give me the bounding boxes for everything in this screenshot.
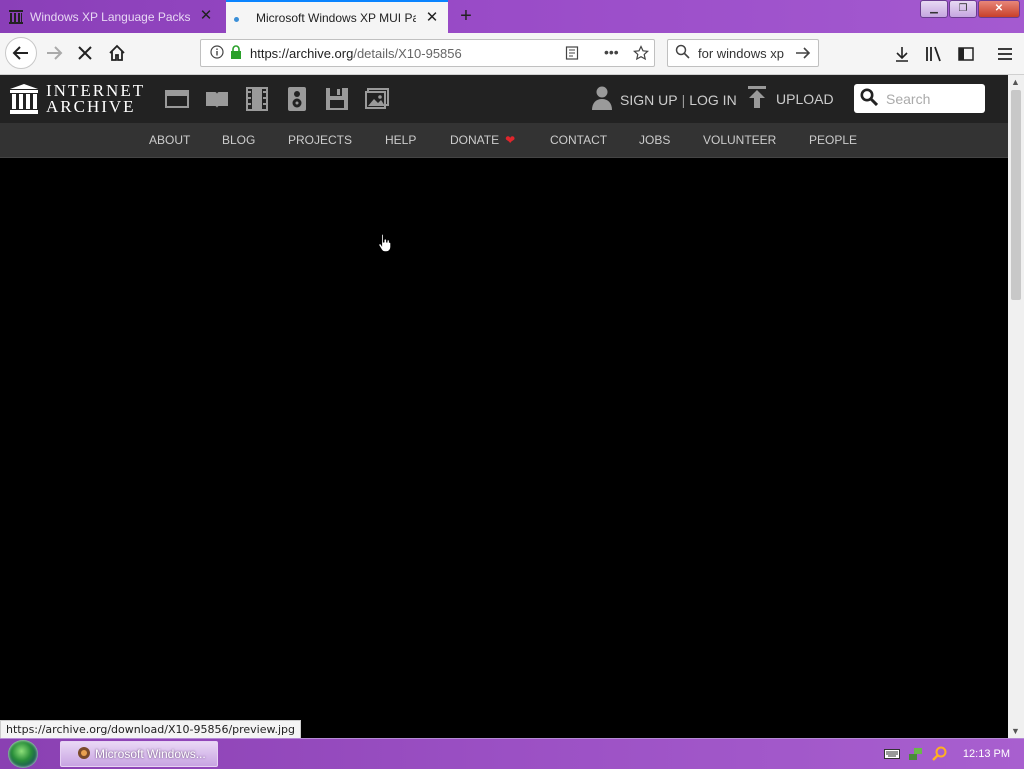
nav-help[interactable]: HELP <box>385 133 416 147</box>
scrollbar-thumb[interactable] <box>1011 90 1021 300</box>
new-tab-plus-icon[interactable]: + <box>456 5 476 27</box>
forward-arrow-icon[interactable] <box>40 39 68 67</box>
audio-speaker-icon[interactable] <box>285 87 309 111</box>
downloads-icon[interactable] <box>891 43 913 65</box>
hand-cursor-icon <box>378 233 392 253</box>
software-floppy-icon[interactable] <box>325 87 349 111</box>
internet-archive-logo[interactable]: INTERNET ARCHIVE <box>10 82 145 116</box>
tab-close-icon[interactable]: ✕ <box>424 10 440 26</box>
url-host: https://archive.org <box>250 45 354 61</box>
archive-favicon-icon <box>8 9 24 25</box>
logo-text: INTERNET ARCHIVE <box>46 82 145 116</box>
ia-search-input[interactable] <box>884 89 978 108</box>
ia-top-bar: INTERNET ARCHIVE SIGN UP | LOG IN UPLOAD… <box>0 75 1008 123</box>
stop-loading-icon[interactable] <box>71 39 99 67</box>
system-tray: 12:13 PM <box>883 741 1024 767</box>
taskbar-clock: 12:13 PM <box>962 748 1010 760</box>
back-arrow-icon[interactable] <box>5 37 37 69</box>
url-text: https://archive.org/details/X10-95856 <box>250 46 462 61</box>
reader-view-icon[interactable] <box>565 46 579 63</box>
page-actions-icon[interactable]: ••• <box>604 44 619 60</box>
browser-tab-strip: Windows XP Language Packs : M ✕ Microsof… <box>0 0 1024 33</box>
ia-search-icon <box>860 88 879 109</box>
link-status-bar: https://archive.org/download/X10-95856/p… <box>0 720 302 740</box>
nav-donate-label: DONATE <box>450 133 500 147</box>
upload-arrow-icon <box>748 86 766 111</box>
nav-donate[interactable]: DONATE ❤ <box>450 133 515 147</box>
upload-label: UPLOAD <box>776 90 834 107</box>
tab-label: Windows XP Language Packs : M <box>30 9 190 24</box>
address-bar[interactable]: https://archive.org/details/X10-95856 ••… <box>200 39 655 67</box>
sidebar-toggle-icon[interactable] <box>955 43 977 65</box>
archive-building-icon <box>10 84 38 114</box>
video-film-icon[interactable] <box>245 87 269 111</box>
search-query-text: for windows xp <box>698 45 784 61</box>
start-button-icon[interactable] <box>8 740 38 768</box>
ia-search-box[interactable] <box>854 84 985 113</box>
scroll-up-arrow-icon[interactable]: ▲ <box>1011 77 1020 87</box>
hamburger-menu-icon[interactable] <box>994 43 1016 65</box>
tab-close-icon[interactable]: ✕ <box>198 8 214 24</box>
texts-book-icon[interactable] <box>205 87 229 111</box>
nav-jobs[interactable]: JOBS <box>639 133 670 147</box>
nav-about[interactable]: ABOUT <box>149 133 190 147</box>
nav-projects[interactable]: PROJECTS <box>288 133 352 147</box>
scroll-down-arrow-icon[interactable]: ▼ <box>1011 726 1020 736</box>
firefox-app-icon <box>77 746 91 763</box>
info-icon[interactable] <box>210 44 224 62</box>
loading-indicator-icon <box>234 17 239 22</box>
window-close-icon[interactable]: ✕ <box>978 0 1020 18</box>
separator: | <box>681 91 686 108</box>
search-icon <box>675 44 690 62</box>
nav-contact[interactable]: CONTACT <box>550 133 607 147</box>
web-icon[interactable] <box>165 87 189 111</box>
media-type-icons <box>165 87 405 111</box>
ia-secondary-nav: ABOUT BLOG PROJECTS HELP DONATE ❤ CONTACT… <box>0 123 1008 158</box>
library-icon[interactable] <box>923 43 945 65</box>
nav-people[interactable]: PEOPLE <box>809 133 857 147</box>
sign-up-link[interactable]: SIGN UP <box>620 92 678 108</box>
taskbar-window-button[interactable]: Microsoft Windows... <box>60 741 218 767</box>
nav-volunteer[interactable]: VOLUNTEER <box>703 133 776 147</box>
log-in-link[interactable]: LOG IN <box>689 92 736 108</box>
restore-icon[interactable]: ❐ <box>949 0 977 18</box>
tab-windows-xp-language-packs[interactable]: Windows XP Language Packs : M ✕ <box>0 0 222 33</box>
item-preview-area[interactable] <box>0 158 1008 720</box>
keyboard-icon[interactable] <box>883 746 901 762</box>
network-icon[interactable] <box>907 746 925 762</box>
upload-link[interactable]: UPLOAD <box>748 86 834 111</box>
user-silhouette-icon[interactable] <box>592 86 612 113</box>
url-path: /details/X10-95856 <box>353 45 462 61</box>
heart-icon: ❤ <box>505 133 516 147</box>
nav-blog[interactable]: BLOG <box>222 133 255 147</box>
browser-search-bar[interactable]: for windows xp <box>667 39 819 67</box>
search-go-arrow-icon[interactable] <box>795 45 811 64</box>
windows-taskbar: Microsoft Windows... 12:13 PM <box>0 738 1024 769</box>
images-icon[interactable] <box>365 87 389 111</box>
navigation-toolbar: https://archive.org/details/X10-95856 ••… <box>0 33 1024 75</box>
bookmark-star-icon[interactable] <box>633 45 649 64</box>
user-account-area: SIGN UP | LOG IN <box>592 86 737 113</box>
taskbar-window-label: Microsoft Windows... <box>95 747 206 761</box>
window-controls: ▁ ❐ ✕ <box>919 0 1020 18</box>
secure-lock-icon[interactable] <box>230 44 242 62</box>
tab-microsoft-windows-xp-mui[interactable]: Microsoft Windows XP MUI Pac ✕ <box>226 0 448 33</box>
home-icon[interactable] <box>103 39 131 67</box>
search-tray-icon[interactable] <box>931 746 949 762</box>
logo-line2: ARCHIVE <box>46 97 136 116</box>
vertical-scrollbar[interactable]: ▲ ▼ <box>1008 75 1024 738</box>
tab-label: Microsoft Windows XP MUI Pac <box>256 10 416 25</box>
minimize-icon[interactable]: ▁ <box>920 0 948 18</box>
